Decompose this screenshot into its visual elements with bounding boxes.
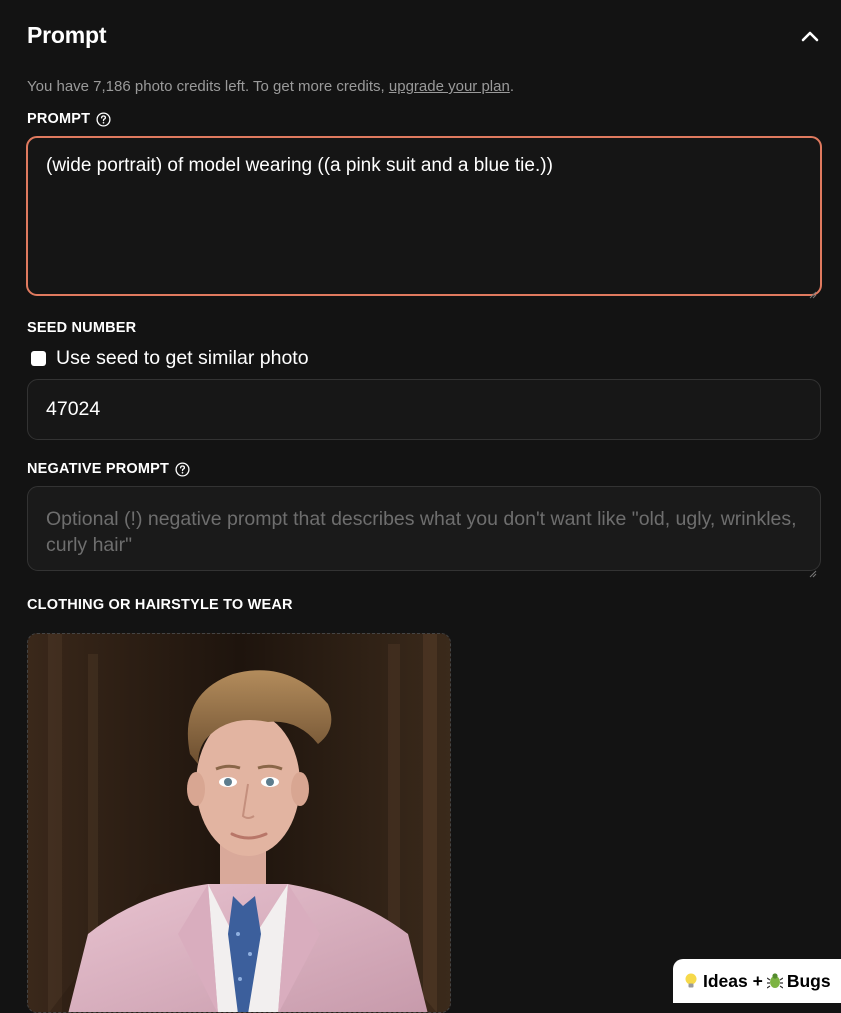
seed-checkbox-label: Use seed to get similar photo — [56, 347, 309, 369]
clothing-label: CLOTHING OR HAIRSTYLE TO WEAR — [27, 597, 293, 613]
model-portrait-image — [28, 634, 450, 1012]
seed-input[interactable]: 47024 — [27, 379, 821, 440]
negative-prompt-label-text: NEGATIVE PROMPT — [27, 461, 170, 477]
resize-grip-icon[interactable] — [809, 559, 817, 578]
question-circle-icon[interactable] — [96, 111, 111, 127]
clothing-label-text: CLOTHING OR HAIRSTYLE TO WEAR — [27, 597, 293, 613]
prompt-label: PROMPT — [27, 111, 111, 127]
bugs-label: Bugs — [786, 970, 831, 991]
feedback-button[interactable]: Ideas + Bugs — [673, 959, 841, 1003]
clothing-photo-card[interactable] — [27, 633, 451, 1013]
panel-title: Prompt — [27, 22, 107, 48]
upgrade-plan-link[interactable]: upgrade your plan — [389, 78, 510, 95]
ideas-label: Ideas + — [703, 970, 763, 991]
credits-text: You have 7,186 photo credits left. To ge… — [27, 78, 389, 95]
credits-info: You have 7,186 photo credits left. To ge… — [27, 78, 514, 95]
prompt-value: (wide portrait) of model wearing ((a pin… — [46, 155, 553, 176]
question-circle-icon[interactable] — [175, 461, 190, 477]
seed-value: 47024 — [46, 398, 101, 420]
resize-grip-icon[interactable] — [809, 283, 817, 299]
seed-number-label-text: SEED NUMBER — [27, 320, 137, 336]
lightbulb-icon — [683, 972, 699, 990]
panel-header[interactable]: Prompt — [27, 22, 821, 56]
seed-number-label: SEED NUMBER — [27, 320, 136, 336]
seed-checkbox[interactable] — [31, 351, 46, 366]
seed-checkbox-row[interactable]: Use seed to get similar photo — [31, 347, 309, 370]
credits-suffix: . — [509, 78, 514, 95]
chevron-up-icon[interactable] — [799, 26, 821, 48]
negative-prompt-label: NEGATIVE PROMPT — [27, 461, 190, 477]
negative-prompt-textarea[interactable]: Optional (!) negative prompt that descri… — [27, 486, 821, 578]
bug-icon — [766, 972, 784, 990]
negative-prompt-placeholder: Optional (!) negative prompt that descri… — [46, 508, 797, 556]
prompt-label-text: PROMPT — [27, 111, 91, 127]
prompt-textarea[interactable]: (wide portrait) of model wearing ((a pin… — [26, 136, 822, 299]
